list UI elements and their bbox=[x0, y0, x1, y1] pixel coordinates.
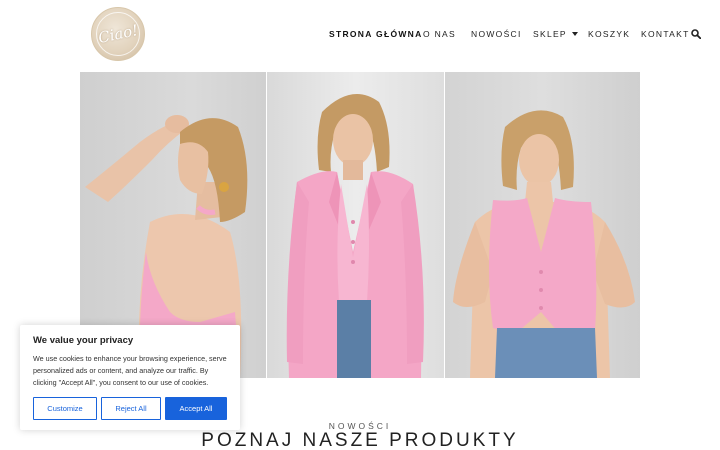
nav-item-new[interactable]: NOWOŚCI bbox=[471, 27, 522, 41]
nav-item-contact[interactable]: KONTAKT bbox=[641, 27, 690, 41]
hero-photo-vest bbox=[445, 72, 640, 378]
hero-photo-blazer bbox=[267, 72, 444, 378]
nav-item-shop-label: SKLEP bbox=[533, 29, 567, 39]
cookie-consent-banner: We value your privacy We use cookies to … bbox=[20, 325, 240, 430]
chevron-down-icon bbox=[571, 31, 578, 36]
nav-item-shop[interactable]: SKLEP bbox=[533, 27, 578, 41]
nav-item-about[interactable]: O NAS bbox=[423, 27, 456, 41]
cookie-title: We value your privacy bbox=[33, 335, 134, 346]
accept-all-button[interactable]: Accept All bbox=[165, 397, 227, 420]
site-header: Ciao! STRONA GŁÓWNA O NAS NOWOŚCI SKLEP … bbox=[0, 0, 720, 66]
search-icon[interactable] bbox=[691, 29, 701, 39]
cookie-description: We use cookies to enhance your browsing … bbox=[33, 354, 227, 387]
customize-button[interactable]: Customize bbox=[33, 397, 97, 420]
section-title: POZNAJ NASZE PRODUKTY bbox=[201, 430, 519, 450]
main-nav: STRONA GŁÓWNA O NAS NOWOŚCI SKLEP KOSZYK… bbox=[0, 27, 720, 41]
nav-item-cart[interactable]: KOSZYK bbox=[588, 27, 630, 41]
reject-all-button[interactable]: Reject All bbox=[101, 397, 161, 420]
nav-item-home[interactable]: STRONA GŁÓWNA bbox=[329, 27, 423, 41]
